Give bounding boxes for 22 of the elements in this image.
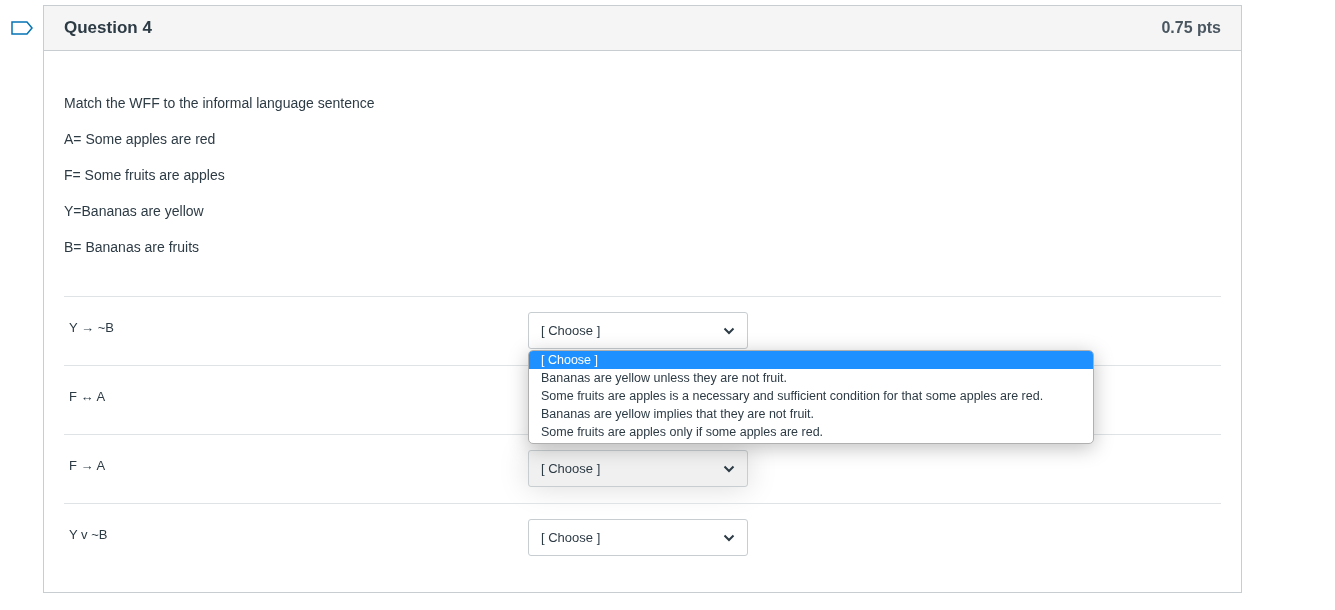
chevron-down-icon xyxy=(723,326,735,335)
question-points: 0.75 pts xyxy=(1161,18,1221,38)
wff-label: Y → ~B xyxy=(68,319,115,337)
dropdown-option[interactable]: Some fruits are apples is a necessary and sufficient condition for that some apples are red. xyxy=(529,387,1093,405)
wff-label: F → A xyxy=(68,457,107,475)
prompt-text: F= Some fruits are apples xyxy=(64,166,226,185)
choose-select[interactable]: [ Choose ] xyxy=(528,312,748,349)
bookmark-flag-icon[interactable] xyxy=(10,21,33,35)
prompt-text: Y=Bananas are yellow xyxy=(64,202,205,221)
choose-select[interactable]: [ Choose ] xyxy=(528,450,748,487)
wff-label: F ↔ A xyxy=(68,388,107,406)
dropdown-option[interactable]: Bananas are yellow implies that they are not fruit. xyxy=(529,405,1093,423)
prompt-text: A= Some apples are red xyxy=(64,130,217,149)
wff-label: Y v ~B xyxy=(68,526,109,544)
chevron-down-icon xyxy=(723,533,735,542)
prompt-text: Match the WFF to the informal language sentence xyxy=(64,94,376,113)
dropdown-option[interactable]: Some fruits are apples only if some apples are red. xyxy=(529,423,1093,441)
chevron-down-icon xyxy=(723,464,735,473)
prompt-text: B= Bananas are fruits xyxy=(64,238,201,257)
question-title: Question 4 xyxy=(64,17,152,40)
dropdown-option[interactable]: Bananas are yellow unless they are not fruit. xyxy=(529,369,1093,387)
choose-select[interactable]: [ Choose ] xyxy=(528,519,748,556)
